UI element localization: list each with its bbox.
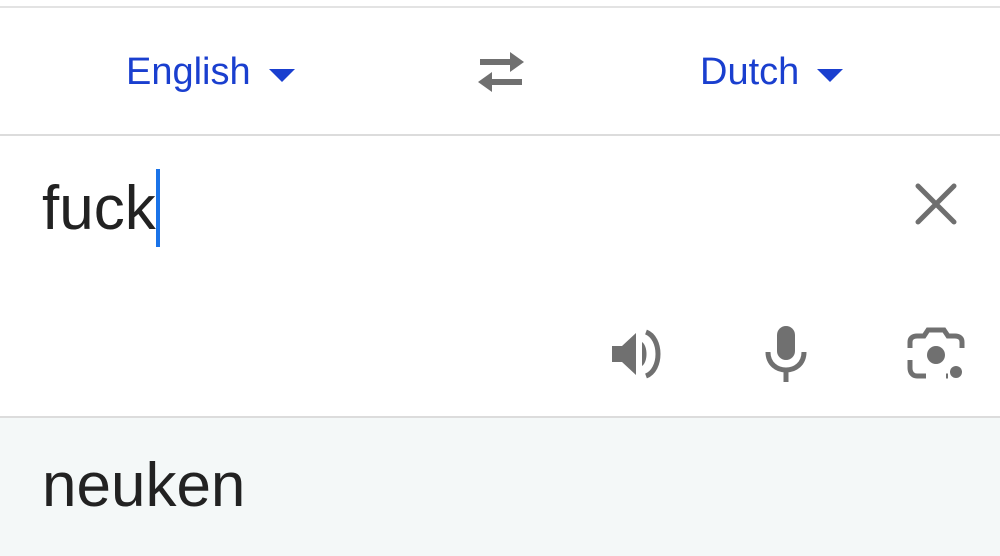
microphone-icon [765,326,807,382]
swap-languages-button[interactable] [470,46,532,98]
camera-translate-button[interactable] [906,324,966,384]
clear-text-button[interactable] [908,176,964,232]
top-divider [0,0,1000,8]
source-text-area[interactable]: fuck [0,136,1000,418]
close-icon [915,183,957,225]
caret-down-icon [817,68,844,82]
speaker-icon [612,329,661,379]
translation-result-area: neuken [0,418,1000,556]
swap-arrows-icon [478,52,524,92]
voice-input-button[interactable] [756,324,816,384]
listen-button[interactable] [606,324,666,384]
source-text-value: fuck [42,173,156,243]
source-text-field[interactable]: fuck [42,169,160,247]
camera-lens-icon [907,327,965,379]
source-language-selector[interactable]: English [126,48,295,96]
translation-text: neuken [42,451,246,520]
caret-down-icon [268,68,295,82]
target-language-selector[interactable]: Dutch [700,48,844,96]
language-bar: English Dutch [0,8,1000,136]
target-language-label: Dutch [700,50,800,93]
source-language-label: English [126,50,251,93]
text-cursor [155,169,160,247]
